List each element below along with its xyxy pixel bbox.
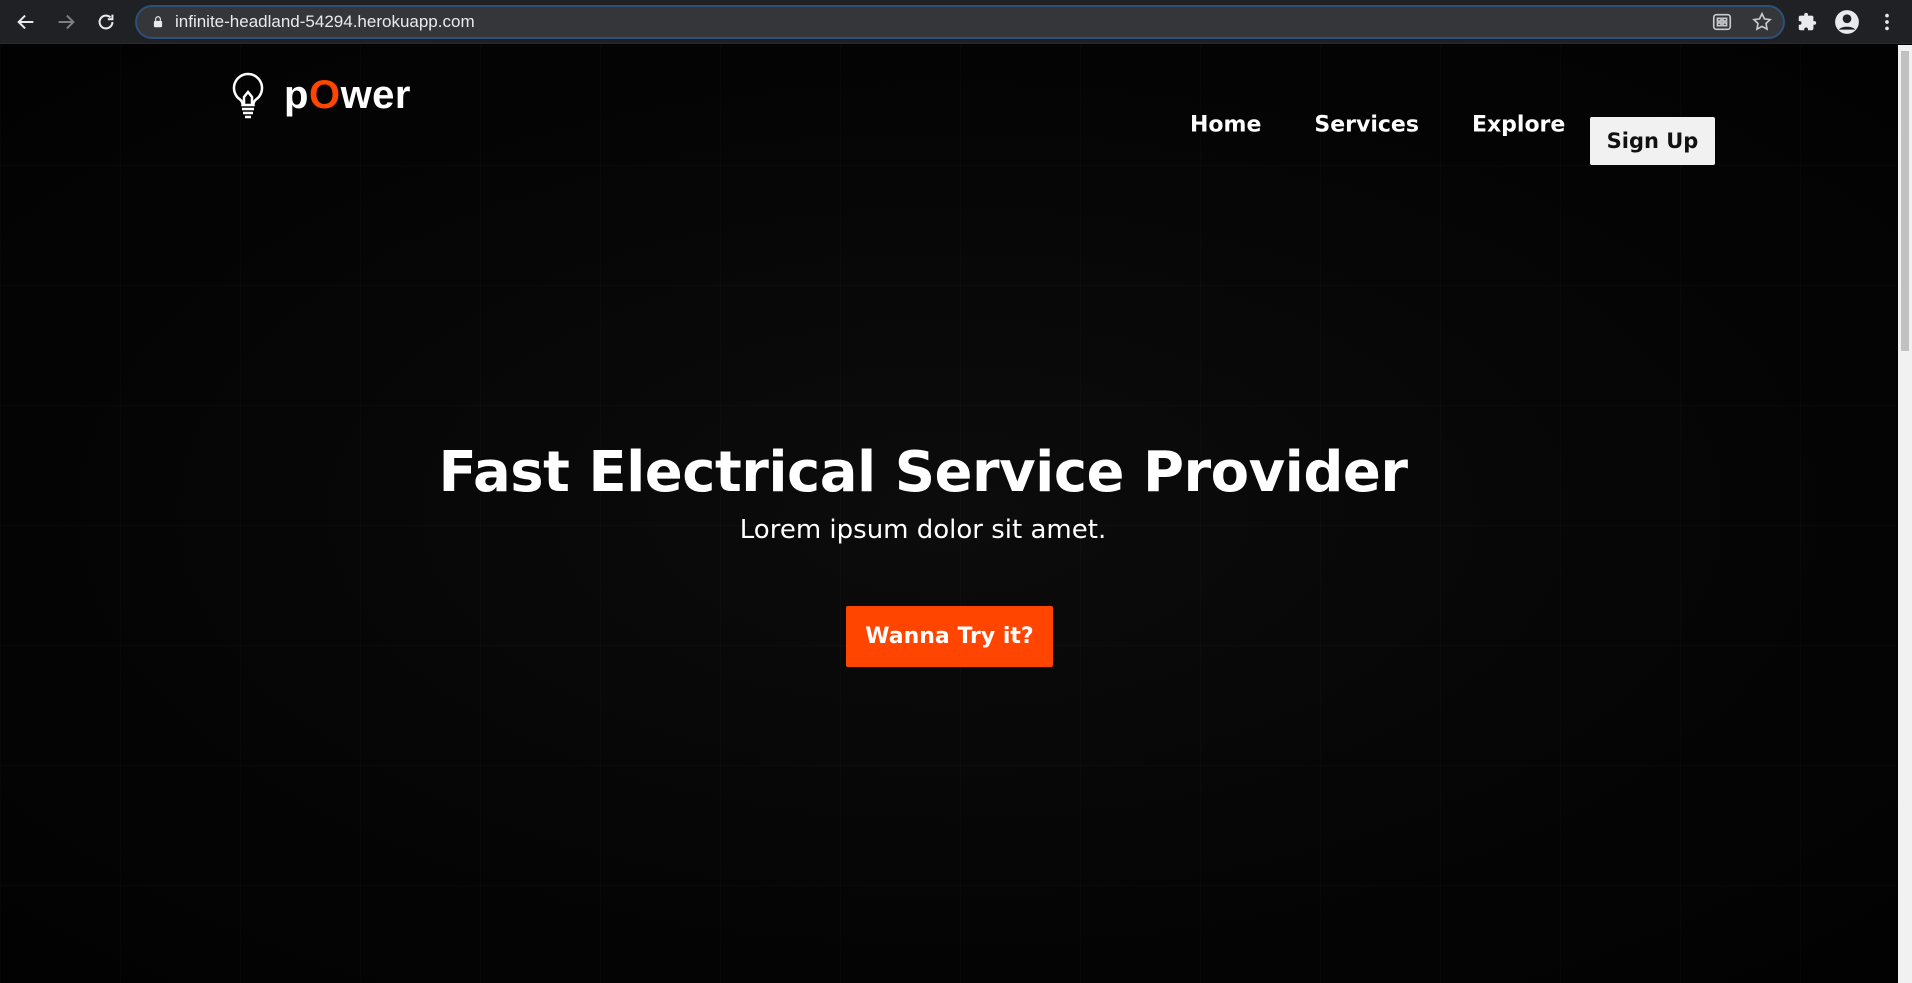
hero-subtitle: Lorem ipsum dolor sit amet. — [739, 515, 1107, 545]
site-logo[interactable]: pOwer — [228, 71, 411, 119]
lock-icon — [153, 16, 163, 28]
menu-icon[interactable] — [1874, 9, 1900, 35]
extensions-icon[interactable] — [1794, 9, 1820, 35]
forward-icon[interactable] — [46, 2, 86, 42]
signup-button[interactable]: Sign Up — [1590, 117, 1715, 165]
back-icon[interactable] — [6, 2, 46, 42]
browser-toolbar — [0, 0, 1912, 44]
main-nav: Home Services Explore — [1190, 113, 1565, 138]
hero-title: Fast Electrical Service Provider — [438, 440, 1408, 505]
cta-button[interactable]: Wanna Try it? — [846, 606, 1053, 667]
nav-home-link[interactable]: Home — [1190, 113, 1261, 138]
lightbulb-icon — [232, 72, 264, 119]
nav-explore-link[interactable]: Explore — [1472, 113, 1565, 138]
web-page: pOwer Home Services Explore Sign Up Fast… — [0, 45, 1898, 983]
brand-accent-letter: O — [308, 72, 341, 117]
address-bar[interactable] — [135, 5, 1785, 39]
nav-services-link[interactable]: Services — [1314, 113, 1419, 138]
scrollbar-thumb[interactable] — [1901, 51, 1909, 351]
url-input[interactable] — [175, 12, 1575, 32]
profile-icon[interactable] — [1834, 9, 1860, 35]
star-icon[interactable] — [1751, 11, 1773, 33]
reload-icon[interactable] — [86, 2, 126, 42]
site-header: pOwer Home Services Explore Sign Up — [0, 45, 1898, 165]
brand-name: pOwer — [284, 72, 411, 117]
page-scrollbar[interactable] — [1898, 45, 1912, 983]
hero-section: Fast Electrical Service Provider Lorem i… — [0, 440, 1898, 545]
apps-icon[interactable] — [1711, 11, 1733, 33]
